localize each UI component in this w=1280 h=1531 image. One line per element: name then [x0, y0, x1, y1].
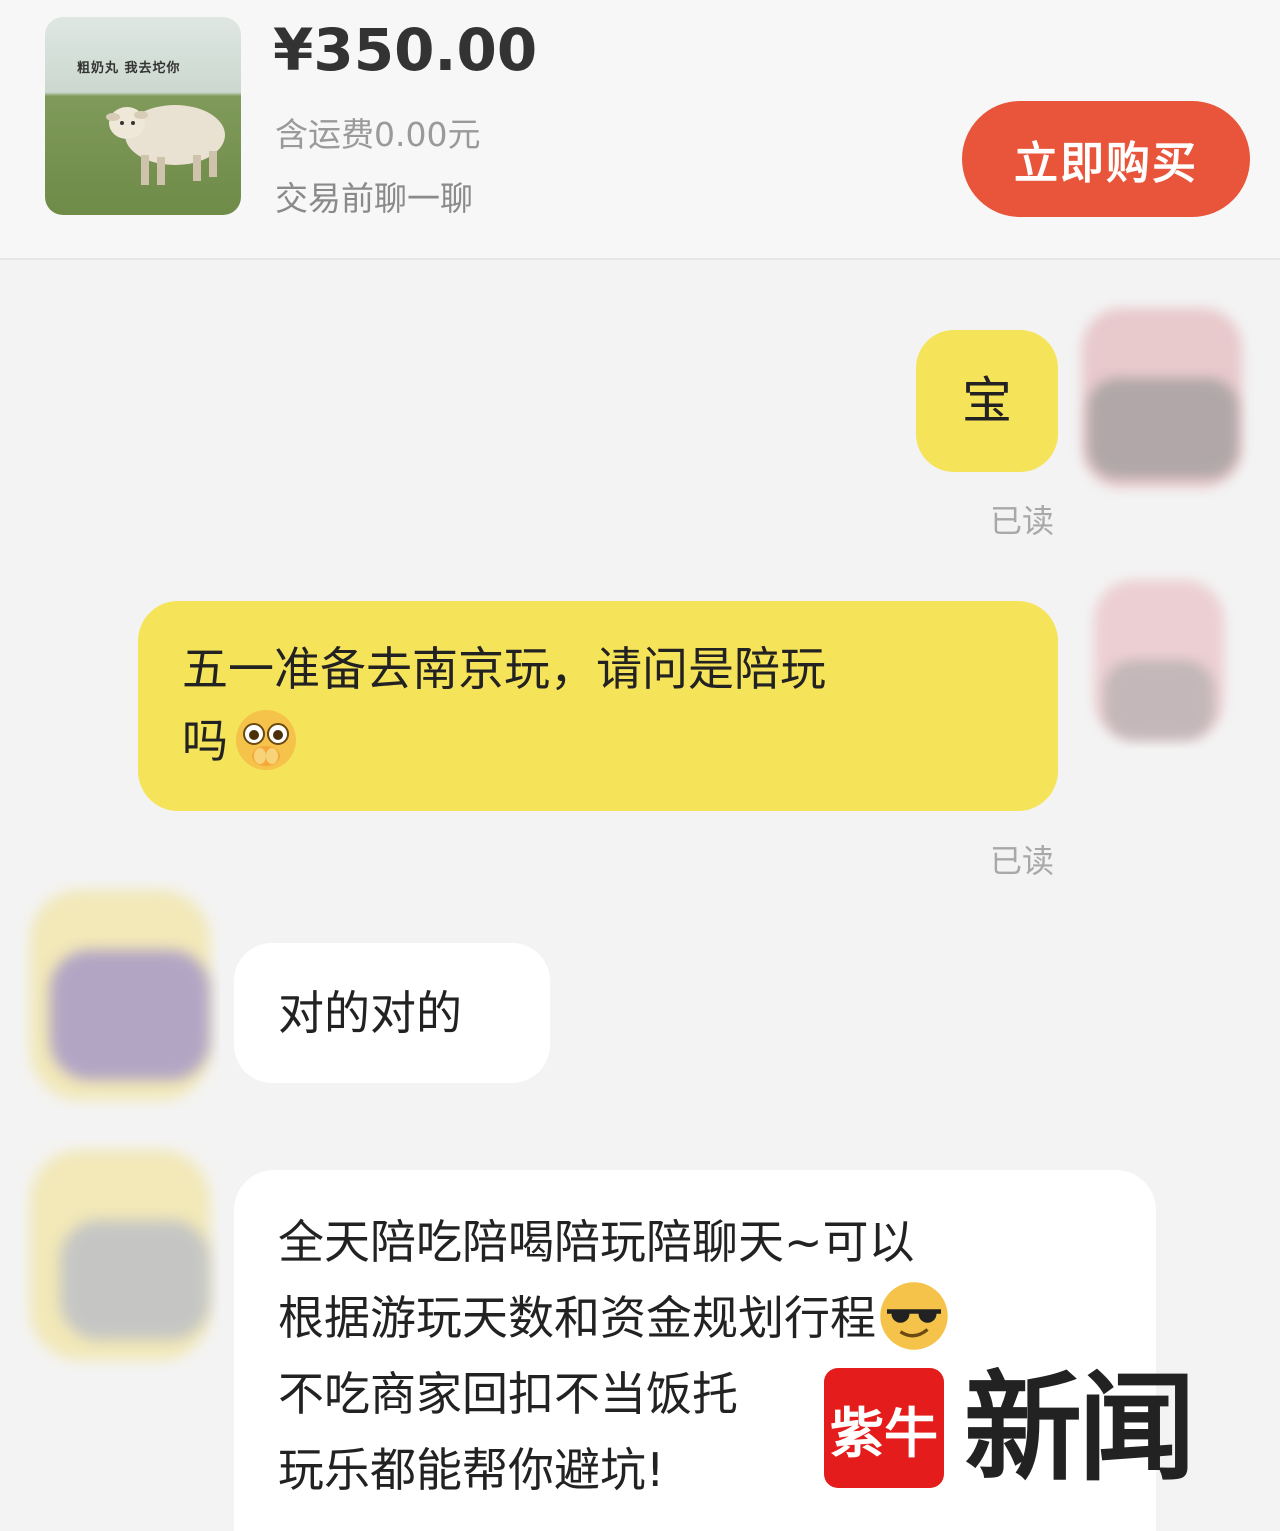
- message-text-end: 吗: [182, 714, 228, 768]
- seller-avatar[interactable]: [20, 1140, 220, 1370]
- blurred-avatar-icon: [1094, 580, 1224, 740]
- chat-hint: 交易前聊一聊: [275, 179, 473, 218]
- blurred-avatar-icon: [30, 890, 210, 1100]
- thumbnail-caption: 粗奶丸 我去坨你: [77, 61, 181, 76]
- outgoing-message[interactable]: 宝: [916, 330, 1058, 472]
- message-text-line: 根据游玩天数和资金规划行程: [278, 1280, 1156, 1356]
- product-thumbnail[interactable]: 粗奶丸 我去坨你: [45, 17, 241, 215]
- product-header: 粗奶丸 我去坨你 ¥350.00 含运费0.00元 交易前聊一聊 立即购买: [0, 0, 1280, 260]
- blurred-avatar-icon: [1082, 308, 1242, 488]
- message-text-line: 吗: [182, 705, 1018, 777]
- user-avatar[interactable]: [1068, 298, 1258, 498]
- message-text-segment: 根据游玩天数和资金规划行程: [278, 1291, 876, 1345]
- seller-avatar[interactable]: [20, 880, 220, 1110]
- watermark-logo: 紫牛: [824, 1368, 944, 1488]
- message-text: 宝: [962, 372, 1012, 430]
- user-avatar[interactable]: [1084, 570, 1234, 750]
- shipping-fee: 含运费0.00元: [275, 115, 481, 154]
- sunglasses-face-icon: [880, 1281, 948, 1350]
- message-text-line: 五一准备去南京玩，请问是陪玩: [182, 642, 826, 696]
- sheep-image: [106, 105, 225, 185]
- read-receipt: 已读: [990, 502, 1055, 540]
- message-text: 对的对的: [278, 986, 462, 1040]
- pleading-face-icon: [236, 709, 296, 770]
- buy-now-button[interactable]: 立即购买: [962, 101, 1250, 217]
- product-price: ¥350.00: [273, 16, 538, 84]
- news-watermark: 紫牛 新闻: [824, 1358, 1204, 1497]
- blurred-avatar-icon: [30, 1150, 210, 1360]
- outgoing-message[interactable]: 五一准备去南京玩，请问是陪玩 吗: [138, 601, 1058, 811]
- message-text-line: 全天陪吃陪喝陪玩陪聊天~可以: [278, 1215, 915, 1269]
- incoming-message[interactable]: 对的对的: [234, 943, 550, 1083]
- read-receipt: 已读: [990, 842, 1055, 880]
- watermark-brand: 新闻: [964, 1358, 1196, 1497]
